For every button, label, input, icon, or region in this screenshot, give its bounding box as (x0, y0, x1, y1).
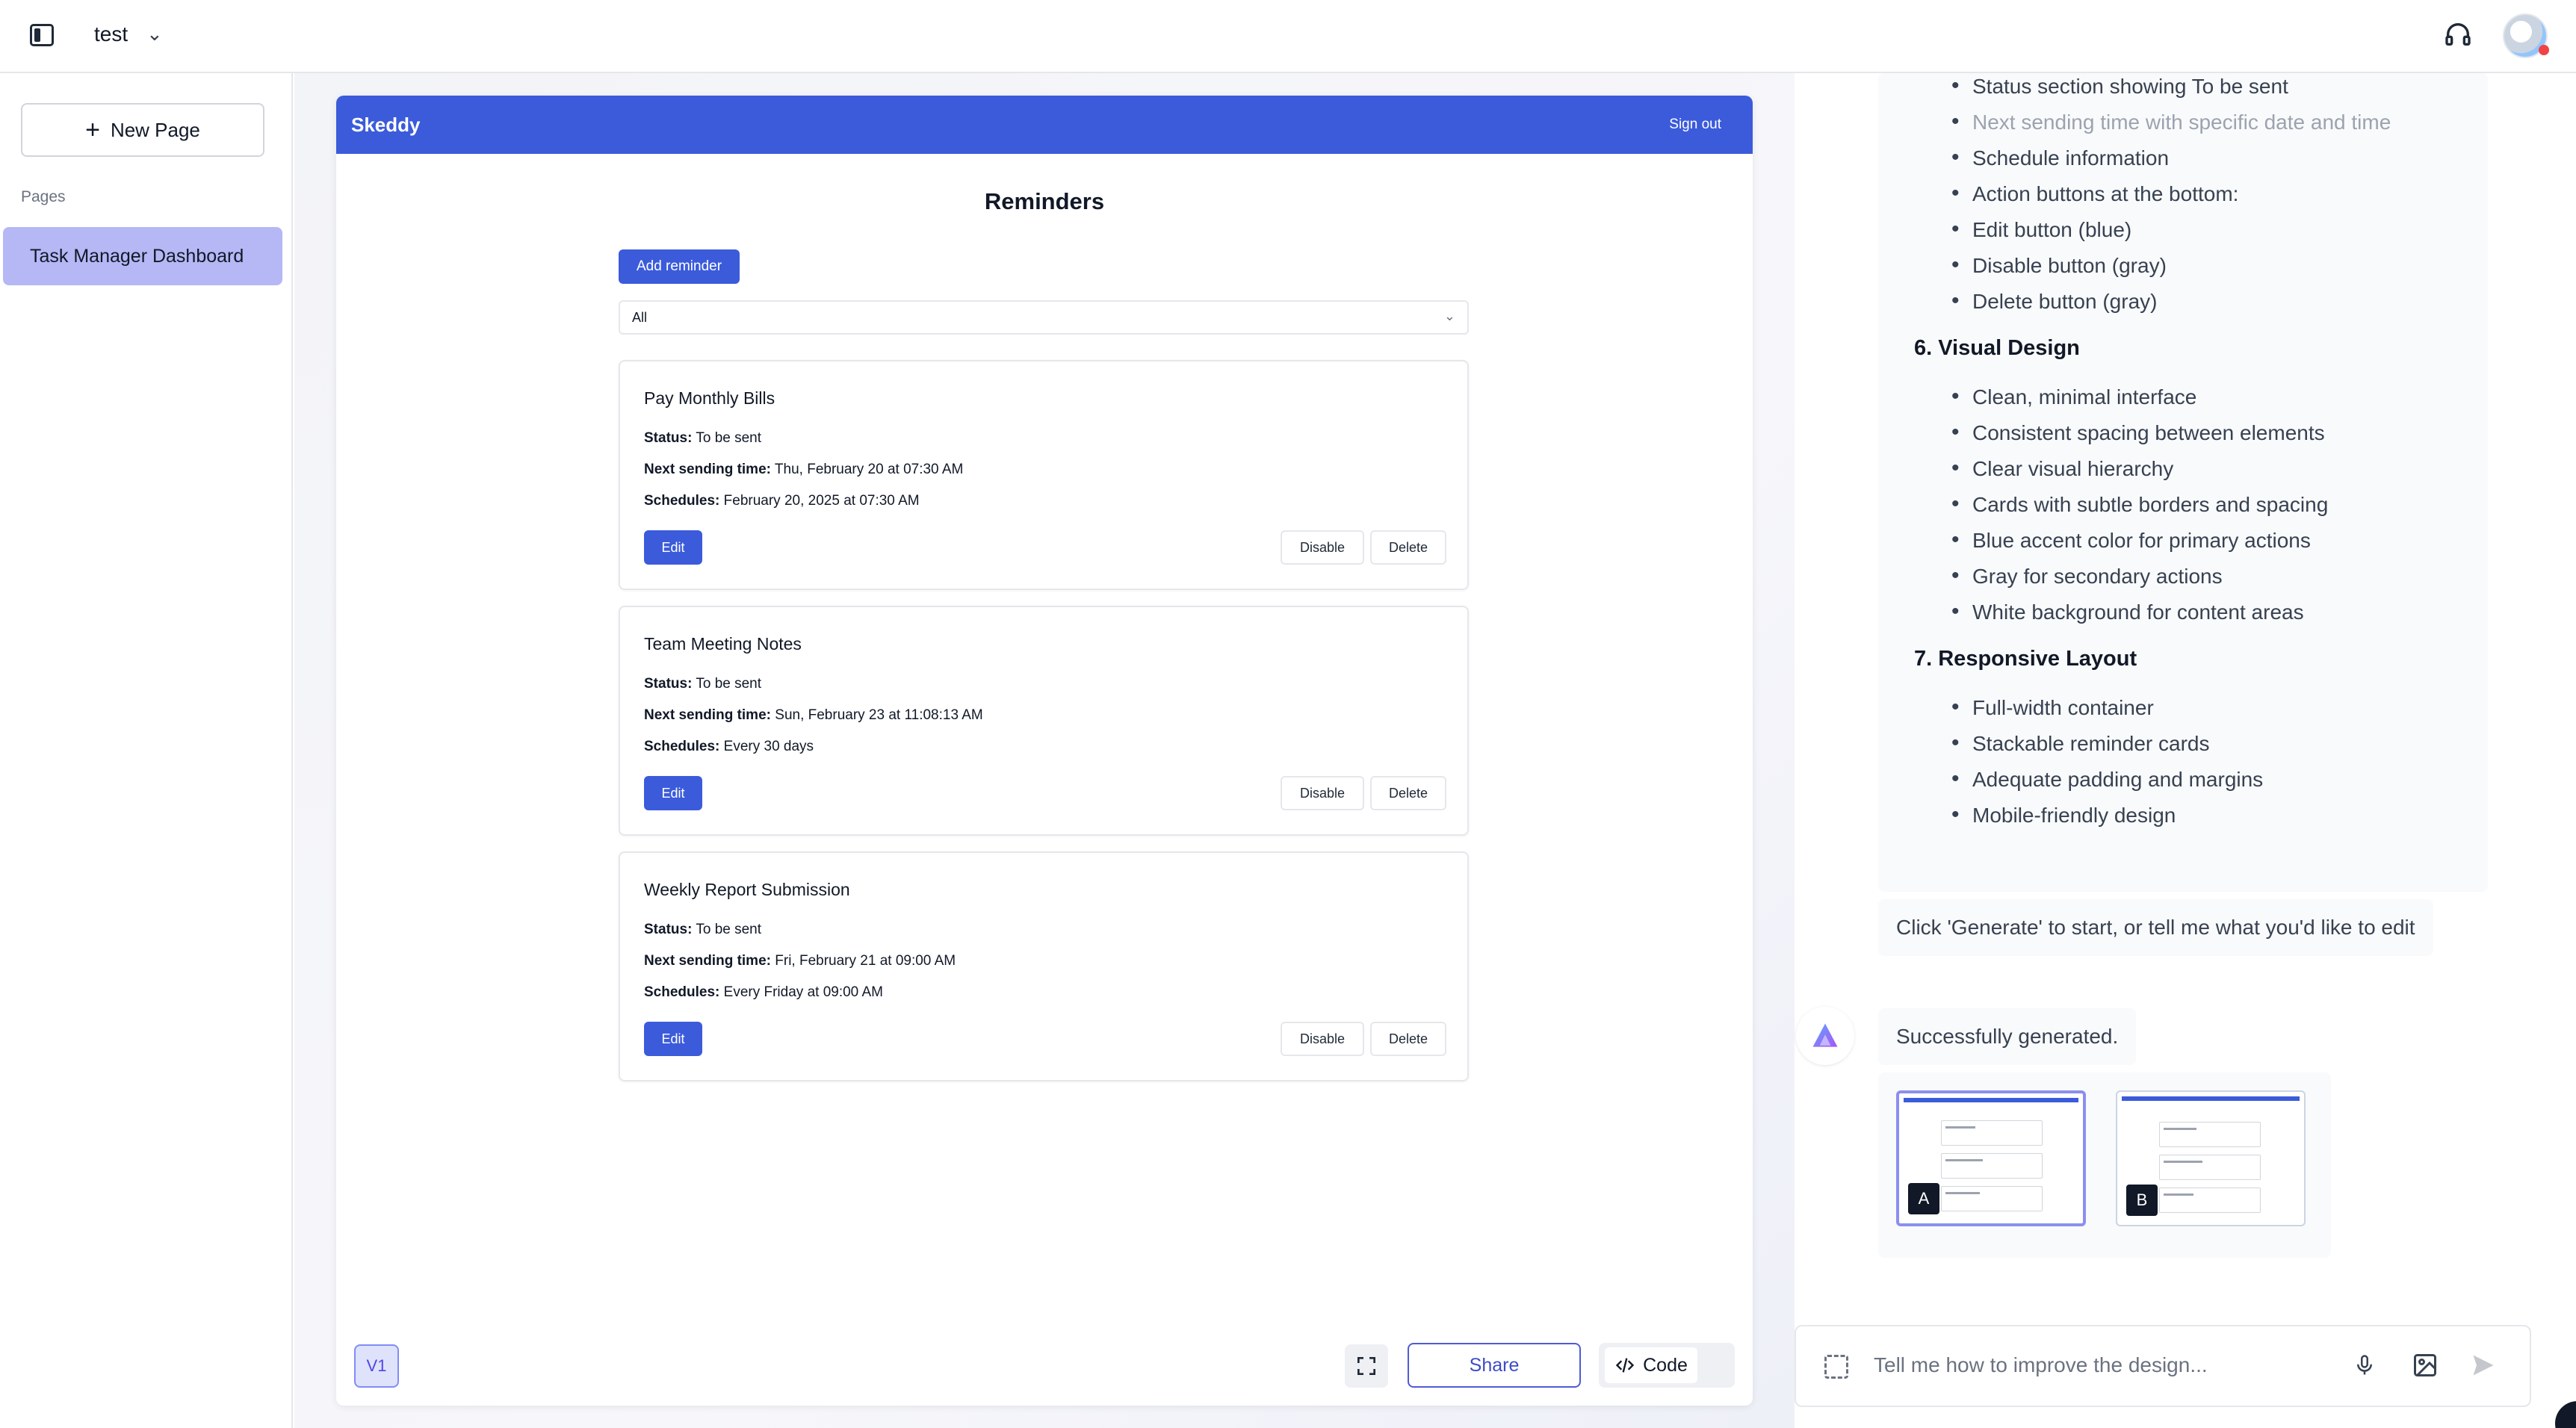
card-status: Status: To be sent (644, 676, 762, 692)
list-item: Action buttons at the bottom: (1951, 181, 2238, 206)
list-item: Stackable reminder cards (1951, 730, 2210, 756)
code-label: Code (1643, 1354, 1688, 1376)
list-item: Consistent spacing between elements (1951, 420, 2325, 445)
filter-value: All (632, 309, 648, 325)
avatar-status-badge (2539, 45, 2549, 55)
list-item: Full-width container (1951, 695, 2154, 720)
list-item: Blue accent color for primary actions (1951, 527, 2311, 553)
pages-section-label: Pages (21, 188, 66, 205)
card-schedules: Schedules: Every 30 days (644, 739, 814, 754)
variant-label: B (2126, 1185, 2158, 1216)
select-area-icon[interactable] (1824, 1355, 1848, 1379)
sidebar-toggle-icon[interactable] (30, 24, 54, 46)
card-next-sending: Next sending time: Thu, February 20 at 0… (644, 462, 964, 477)
reminder-card: Team Meeting Notes Status: To be sent Ne… (619, 606, 1469, 836)
chat-input-placeholder[interactable]: Tell me how to improve the design... (1874, 1353, 2208, 1377)
variant-thumbnail-b[interactable]: B (2116, 1090, 2306, 1226)
app-brand: Skeddy (351, 114, 421, 136)
assistant-hint-message: Click 'Generate' to start, or tell me wh… (1878, 899, 2433, 956)
list-item: Delete button (gray) (1951, 288, 2158, 314)
list-item: Next sending time with specific date and… (1951, 109, 2391, 134)
top-bar: test ⌄ (0, 0, 2576, 73)
section-heading: 7. Responsive Layout (1914, 647, 2137, 671)
card-title: Team Meeting Notes (644, 634, 802, 654)
card-next-sending: Next sending time: Sun, February 23 at 1… (644, 707, 983, 723)
list-item: Disable button (gray) (1951, 252, 2167, 278)
list-item: Clean, minimal interface (1951, 384, 2196, 409)
list-item: Mobile-friendly design (1951, 802, 2176, 828)
list-item: Status section showing To be sent (1951, 73, 2288, 99)
share-button[interactable]: Share (1408, 1343, 1581, 1388)
page-title: Reminders (984, 188, 1105, 214)
image-icon[interactable] (2412, 1352, 2439, 1379)
list-item: Edit button (blue) (1951, 217, 2131, 242)
generated-variants: A B (1878, 1072, 2331, 1258)
version-badge[interactable]: V1 (354, 1344, 399, 1388)
plus-icon: + (85, 116, 100, 144)
card-next-sending: Next sending time: Fri, February 21 at 0… (644, 953, 956, 969)
preview-frame: Skeddy Sign out Reminders Add reminder A… (336, 96, 1753, 1406)
delete-button[interactable]: Delete (1370, 776, 1446, 810)
disable-button[interactable]: Disable (1281, 1022, 1364, 1056)
edit-button[interactable]: Edit (644, 530, 702, 565)
send-icon[interactable] (2470, 1352, 2497, 1379)
card-title: Weekly Report Submission (644, 880, 850, 899)
reminder-card: Weekly Report Submission Status: To be s… (619, 851, 1469, 1081)
card-title: Pay Monthly Bills (644, 388, 775, 408)
card-status: Status: To be sent (644, 430, 762, 446)
add-reminder-button[interactable]: Add reminder (619, 249, 740, 284)
delete-button[interactable]: Delete (1370, 530, 1446, 565)
assistant-avatar (1796, 1007, 1854, 1065)
success-message: Successfully generated. (1878, 1008, 2137, 1065)
reminder-card: Pay Monthly Bills Status: To be sent Nex… (619, 360, 1469, 590)
edit-button[interactable]: Edit (644, 776, 702, 810)
fullscreen-button[interactable] (1345, 1344, 1388, 1388)
disable-button[interactable]: Disable (1281, 530, 1364, 565)
delete-button[interactable]: Delete (1370, 1022, 1446, 1056)
list-item: Clear visual hierarchy (1951, 456, 2173, 481)
list-item: Cards with subtle borders and spacing (1951, 491, 2328, 517)
code-icon (1615, 1358, 1635, 1373)
variant-thumbnail-a[interactable]: A (1896, 1090, 2086, 1226)
code-toggle: Code (1599, 1343, 1735, 1388)
code-button[interactable]: Code (1605, 1347, 1697, 1383)
new-page-button[interactable]: + New Page (21, 103, 264, 157)
project-name[interactable]: test (94, 22, 128, 46)
list-item: White background for content areas (1951, 599, 2304, 624)
logo-icon (1812, 1023, 1838, 1047)
variant-label: A (1908, 1183, 1939, 1214)
headset-icon[interactable] (2443, 19, 2473, 49)
list-item: Adequate padding and margins (1951, 766, 2263, 792)
sign-out-link[interactable]: Sign out (1669, 117, 1721, 133)
list-item: Gray for secondary actions (1951, 563, 2223, 589)
filter-select[interactable]: All ⌄ (619, 300, 1469, 335)
card-schedules: Schedules: February 20, 2025 at 07:30 AM (644, 493, 920, 509)
edit-button[interactable]: Edit (644, 1022, 702, 1056)
app-header: Skeddy Sign out (336, 96, 1753, 154)
card-status: Status: To be sent (644, 922, 762, 937)
chevron-down-icon: ⌄ (1443, 308, 1455, 323)
sidebar-item-task-manager-dashboard[interactable]: Task Manager Dashboard (3, 227, 282, 285)
mic-icon[interactable] (2353, 1350, 2376, 1380)
disable-button[interactable]: Disable (1281, 776, 1364, 810)
left-sidebar: + New Page Pages Task Manager Dashboard (0, 73, 293, 1428)
chevron-down-icon[interactable]: ⌄ (146, 22, 163, 46)
list-item: Schedule information (1951, 145, 2169, 170)
card-schedules: Schedules: Every Friday at 09:00 AM (644, 984, 883, 1000)
chat-input-box[interactable]: Tell me how to improve the design... (1795, 1325, 2531, 1407)
section-heading: 6. Visual Design (1914, 336, 2080, 360)
new-page-label: New Page (110, 118, 200, 141)
fullscreen-icon (1357, 1357, 1375, 1375)
